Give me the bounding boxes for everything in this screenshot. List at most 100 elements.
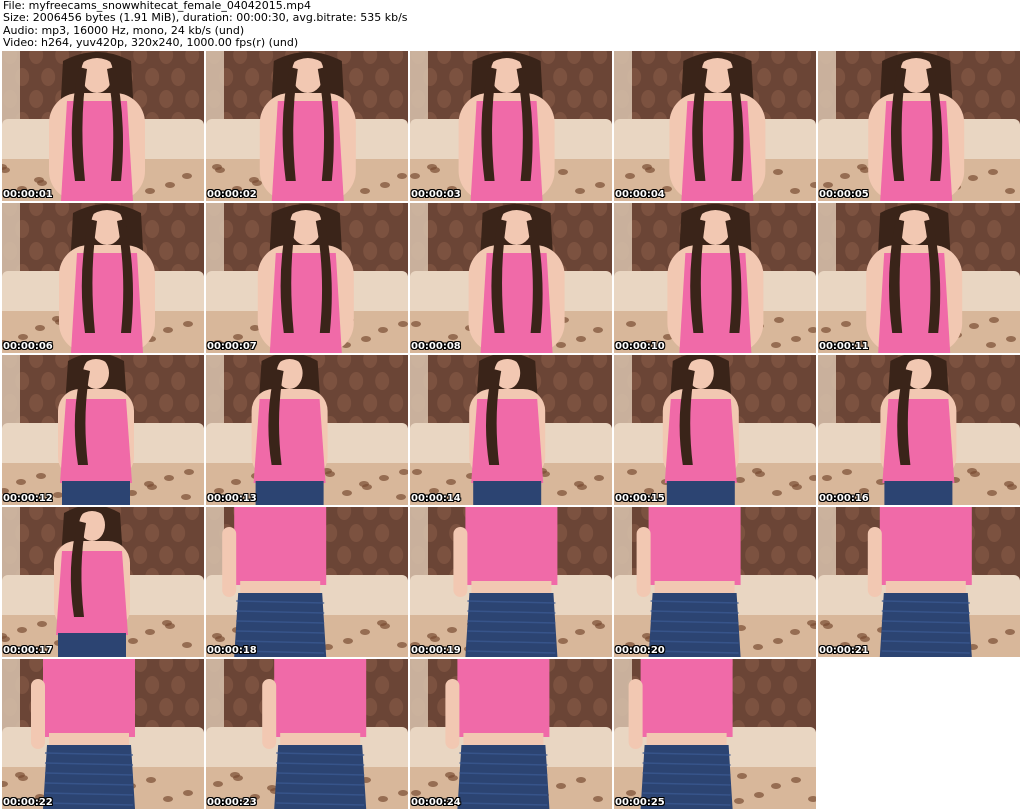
wall-pattern bbox=[987, 68, 1002, 86]
frame-timestamp: 00:00:23 bbox=[207, 797, 257, 808]
wall-pattern bbox=[857, 372, 872, 390]
cushion-spot bbox=[842, 469, 852, 475]
wall-pattern bbox=[159, 90, 174, 108]
wall-pattern bbox=[783, 676, 798, 694]
thumbnail-image bbox=[206, 507, 408, 657]
cushion-spot bbox=[17, 627, 27, 633]
wall-pattern bbox=[653, 68, 668, 86]
wall-pattern bbox=[449, 220, 464, 238]
frame-timestamp: 00:00:22 bbox=[3, 797, 53, 808]
pink-top bbox=[43, 659, 135, 737]
thumbnail-frame: 00:00:19 bbox=[410, 507, 612, 657]
wall-pattern bbox=[29, 546, 44, 564]
thumbnail-frame: 00:00:06 bbox=[2, 203, 204, 353]
wall-pattern bbox=[145, 372, 160, 390]
frame-timestamp: 00:00:11 bbox=[819, 341, 869, 352]
wall-pattern bbox=[389, 546, 404, 564]
wall-pattern bbox=[185, 698, 200, 716]
wall-pattern bbox=[653, 220, 668, 238]
wall-pattern bbox=[987, 524, 1002, 542]
thumbnail-image bbox=[410, 659, 612, 809]
cushion-spot bbox=[773, 169, 783, 175]
wall-pattern bbox=[349, 372, 364, 390]
cushion-spot bbox=[1005, 188, 1015, 194]
wall-pattern bbox=[579, 524, 594, 542]
wall-pattern bbox=[133, 394, 148, 412]
wall-pattern bbox=[349, 68, 364, 86]
wall-pattern bbox=[845, 242, 860, 260]
thumbnail-frame: 00:00:14 bbox=[410, 355, 612, 505]
cushion-spot bbox=[987, 490, 997, 496]
wall-pattern bbox=[579, 676, 594, 694]
cushion-spot bbox=[626, 321, 636, 327]
pink-top bbox=[457, 659, 550, 737]
wall-pattern bbox=[41, 220, 56, 238]
wall-pattern bbox=[389, 698, 404, 716]
wall-pattern bbox=[375, 372, 390, 390]
cushion-spot bbox=[128, 638, 138, 644]
cushion-spot bbox=[772, 490, 782, 496]
cushion-spot bbox=[556, 783, 566, 789]
cushion-spot bbox=[595, 182, 605, 188]
cushion-spot bbox=[412, 469, 422, 475]
thumbnail-frame: 00:00:23 bbox=[206, 659, 408, 809]
wall-pattern bbox=[145, 524, 160, 542]
wall-pattern bbox=[233, 242, 248, 260]
thumbnail-frame: 00:00:02 bbox=[206, 51, 408, 201]
wall-pattern bbox=[1001, 90, 1016, 108]
wall-pattern bbox=[975, 242, 990, 260]
frame-timestamp: 00:00:18 bbox=[207, 645, 257, 656]
pink-top bbox=[471, 399, 544, 483]
thumbnail-image bbox=[818, 203, 1020, 353]
wall-pattern bbox=[185, 90, 200, 108]
wall-pattern bbox=[133, 546, 148, 564]
thumbnail-frame: 00:00:05 bbox=[818, 51, 1020, 201]
wall-pattern bbox=[233, 698, 248, 716]
wall-pattern bbox=[745, 698, 760, 716]
wall-pattern bbox=[987, 220, 1002, 238]
wall-pattern bbox=[579, 68, 594, 86]
thumbnail-frame: 00:00:18 bbox=[206, 507, 408, 657]
cushion-spot bbox=[771, 783, 781, 789]
wall-pattern bbox=[745, 394, 760, 412]
cushion-spot bbox=[165, 182, 175, 188]
cushion-spot bbox=[968, 175, 978, 181]
cushion-spot bbox=[774, 317, 784, 323]
thumbnail-image bbox=[206, 355, 408, 505]
thumbnail-frame: 00:00:20 bbox=[614, 507, 816, 657]
wall-pattern bbox=[437, 242, 452, 260]
wall-pattern bbox=[797, 90, 812, 108]
thumbnail-image bbox=[818, 507, 1020, 657]
denim-skirt bbox=[884, 481, 953, 505]
wall-pattern bbox=[797, 394, 812, 412]
cushion-spot bbox=[558, 169, 568, 175]
cushion-spot bbox=[447, 627, 457, 633]
cushion-spot bbox=[558, 638, 568, 644]
pink-top bbox=[882, 399, 955, 483]
cushion-spot bbox=[1007, 484, 1017, 490]
wall-pattern bbox=[1001, 242, 1016, 260]
cushion-spot bbox=[181, 494, 191, 500]
thumbnail-frame: 00:00:17 bbox=[2, 507, 204, 657]
waist-skin bbox=[280, 733, 361, 747]
thumbnail-image bbox=[614, 51, 816, 201]
cushion-spot bbox=[231, 479, 241, 485]
thumbnail-image bbox=[2, 659, 204, 809]
cushion-spot bbox=[36, 473, 46, 479]
wall-pattern bbox=[389, 242, 404, 260]
cushion-spot bbox=[213, 781, 223, 787]
cushion-spot bbox=[410, 173, 420, 179]
arm bbox=[222, 527, 237, 597]
wall-pattern bbox=[245, 220, 260, 238]
cushion-spot bbox=[557, 490, 567, 496]
thumbnail-frame: 00:00:24 bbox=[410, 659, 612, 809]
cushion-spot bbox=[378, 327, 388, 333]
wall-pattern bbox=[437, 546, 452, 564]
wall-pattern bbox=[29, 242, 44, 260]
wall-pattern bbox=[171, 524, 186, 542]
wall-pattern bbox=[363, 90, 378, 108]
waist-skin bbox=[646, 733, 727, 747]
wall-pattern bbox=[783, 372, 798, 390]
cushion-spot bbox=[428, 781, 438, 787]
wall-pattern bbox=[171, 220, 186, 238]
